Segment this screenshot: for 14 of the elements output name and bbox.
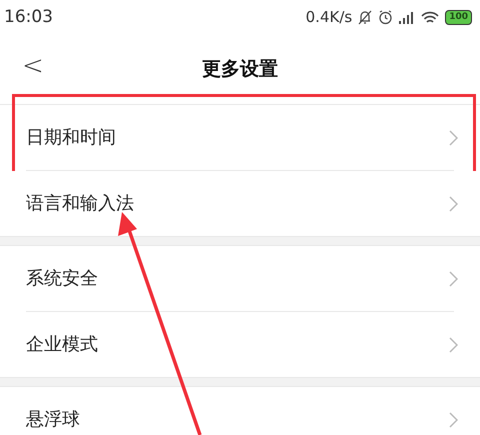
battery-indicator: 100 (445, 10, 472, 25)
back-button[interactable]: < (22, 53, 44, 79)
chevron-right-icon (449, 336, 458, 352)
chevron-right-icon (449, 130, 458, 146)
chevron-right-icon (449, 412, 458, 428)
chevron-right-icon (449, 196, 458, 212)
page-title: 更多设置 (202, 57, 278, 82)
network-speed: 0.4K/s (306, 7, 352, 28)
alarm-icon (378, 10, 394, 25)
wifi-icon (421, 10, 440, 24)
signal-icon (399, 11, 416, 24)
status-time: 16:03 (4, 6, 53, 29)
chevron-right-icon (449, 270, 458, 286)
bell-off-icon (358, 10, 372, 25)
